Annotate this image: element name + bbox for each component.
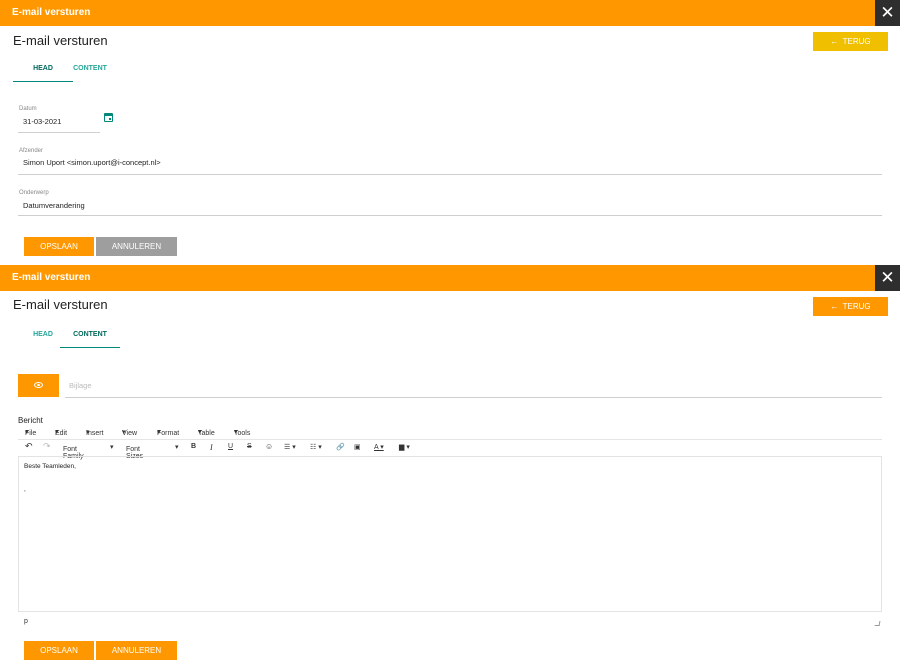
save-button[interactable]: OPSLAAN — [24, 237, 94, 256]
editor-text-line: , — [24, 486, 26, 493]
page-title: E-mail versturen — [13, 297, 108, 312]
onderwerp-label: Onderwerp — [19, 190, 49, 196]
arrow-left-icon: ← — [830, 302, 839, 311]
menu-file[interactable]: File ▾ — [25, 428, 36, 437]
attachment-input[interactable]: Bijlage — [69, 381, 92, 390]
afzender-underline — [18, 174, 882, 175]
cancel-button[interactable]: ANNULEREN — [96, 641, 177, 660]
message-editor[interactable]: Beste Teamleden, , — [18, 456, 882, 612]
arrow-left-icon: ← — [830, 37, 839, 46]
save-button[interactable]: OPSLAAN — [24, 641, 94, 660]
datum-field[interactable]: 31-03-2021 — [23, 117, 61, 126]
emoticon-icon[interactable]: ☺ — [265, 442, 273, 451]
undo-icon[interactable]: ↶ — [25, 441, 33, 452]
menu-format[interactable]: Format ▾ — [157, 428, 179, 437]
bericht-label: Bericht — [18, 416, 43, 425]
dialog-title: E-mail versturen — [12, 7, 91, 18]
italic-icon[interactable]: I — [210, 443, 213, 452]
menu-edit[interactable]: Edit ▾ — [55, 428, 67, 437]
chevron-down-icon: ▾ — [110, 444, 114, 451]
back-button-label: TERUG — [842, 37, 871, 46]
menu-view[interactable]: View ▾ — [122, 428, 137, 437]
menu-table[interactable]: Table ▾ — [198, 428, 215, 437]
link-icon[interactable]: 🔗 — [336, 443, 345, 451]
attachment-underline — [65, 397, 882, 398]
close-icon[interactable]: ✕ — [875, 0, 900, 26]
onderwerp-underline — [18, 215, 882, 216]
dialog-titlebar: E-mail versturen ✕ — [0, 265, 900, 291]
afzender-label: Afzender — [19, 148, 44, 154]
back-button[interactable]: ← TERUG — [813, 297, 888, 316]
afzender-field[interactable]: Simon Uport <simon.uport@i-concept.nl> — [23, 158, 161, 167]
editor-text-line: Beste Teamleden, — [24, 463, 76, 470]
datum-underline — [18, 132, 100, 133]
datum-label: Datum — [19, 106, 37, 112]
background-color-icon[interactable]: ▆ ▾ — [399, 443, 410, 451]
eye-icon — [34, 382, 43, 388]
chevron-down-icon: ▾ — [175, 444, 179, 451]
element-path: p — [24, 618, 28, 625]
redo-icon[interactable]: ↷ — [43, 441, 51, 452]
strikethrough-icon[interactable]: S — [247, 443, 252, 450]
tab-content[interactable]: CONTENT — [60, 62, 120, 82]
editor-menubar: File ▾ Edit ▾ Insert ▾ View ▾ Format ▾ T… — [18, 426, 882, 440]
image-icon[interactable]: ▣ — [354, 443, 361, 451]
resize-handle-icon[interactable] — [874, 621, 881, 626]
close-icon[interactable]: ✕ — [875, 265, 900, 291]
tab-content[interactable]: CONTENT — [60, 328, 120, 348]
attachment-view-button[interactable] — [18, 374, 59, 397]
dialog-titlebar: E-mail versturen ✕ — [0, 0, 900, 26]
onderwerp-field[interactable]: Datumverandering — [23, 201, 85, 210]
editor-statusbar: p — [18, 615, 882, 627]
menu-insert[interactable]: Insert ▾ — [86, 428, 104, 437]
dialog-content-view: E-mail versturen ✕ E-mail versturen ← TE… — [0, 265, 900, 669]
menu-tools[interactable]: Tools ▾ — [234, 428, 250, 437]
back-button-label: TERUG — [842, 302, 871, 311]
underline-icon[interactable]: U — [228, 443, 233, 450]
editor-toolbar: ↶ ↷ Font Family ▾ Font Sizes ▾ B I U S ☺… — [25, 441, 410, 460]
calendar-icon[interactable] — [104, 113, 113, 122]
bold-icon[interactable]: B — [191, 443, 196, 450]
dialog-head-view: E-mail versturen ✕ E-mail versturen ← TE… — [0, 0, 900, 264]
bullet-list-icon[interactable]: ☰ ▾ — [284, 443, 296, 451]
numbered-list-icon[interactable]: ☷ ▾ — [310, 443, 322, 451]
cancel-button[interactable]: ANNULEREN — [96, 237, 177, 256]
back-button[interactable]: ← TERUG — [813, 32, 888, 51]
page-title: E-mail versturen — [13, 33, 108, 48]
text-color-icon[interactable]: A ▾ — [374, 443, 384, 451]
dialog-title: E-mail versturen — [12, 272, 91, 283]
